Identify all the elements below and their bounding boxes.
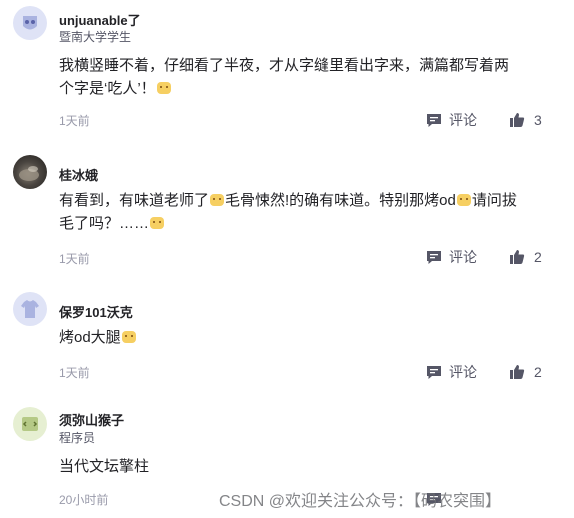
comment-text: 当代文坛擎柱 (59, 455, 547, 478)
smile-emoji-icon (121, 331, 136, 343)
thumbs-up-icon (510, 365, 525, 379)
smile-emoji-icon (150, 217, 165, 229)
reply-label: 评论 (449, 112, 477, 128)
comment-text-line: 个字是‘吃人’！ (59, 80, 156, 97)
comment-time: 1天前 (59, 114, 90, 128)
csdn-watermark: CSDN @欢迎关注公众号：【码农突围】 (219, 493, 502, 510)
username[interactable]: 须弥山猴子 (59, 410, 124, 429)
username[interactable]: 桂冰娥 (59, 165, 98, 184)
username[interactable]: 保罗101沃克 (59, 302, 133, 321)
comment-icon (427, 251, 441, 264)
comment-text: 烤od大腿 (59, 326, 547, 349)
comment-text-line: 我横竖睡不着，仔细看了半夜，才从字缝里看出字来，满篇都写着两 (59, 57, 510, 74)
reply-button[interactable]: 评论 (426, 111, 477, 129)
smile-emoji-icon (210, 194, 225, 206)
comment-text-line: 当代文坛擎柱 (59, 458, 150, 475)
like-button[interactable]: 3 (509, 111, 542, 129)
comment-text-line: 烤od大腿 (59, 329, 121, 346)
username[interactable]: unjuanable了 (59, 10, 141, 29)
comment-time: 1天前 (59, 366, 90, 380)
comment-icon (427, 114, 441, 127)
thumbs-up-icon (510, 250, 525, 264)
coder-avatar-icon (22, 417, 38, 431)
comment-text: 我横竖睡不着，仔细看了半夜，才从字缝里看出字来，满篇都写着两 个字是‘吃人’！ (59, 54, 547, 100)
like-button[interactable]: 2 (509, 248, 542, 266)
comment-text-line: 请问拔 (471, 192, 517, 209)
comment-text-line: 毛了吗？…… (59, 215, 150, 232)
comment-time: 1天前 (59, 252, 90, 266)
comment-text-line: 有看到，有味道老师了 (59, 192, 210, 209)
thumbs-up-icon (510, 113, 525, 127)
like-count: 2 (534, 249, 542, 265)
reply-button[interactable]: 评论 (426, 363, 477, 381)
reply-label: 评论 (449, 249, 477, 265)
avatar[interactable] (13, 155, 47, 189)
avatar[interactable] (13, 6, 47, 40)
photo-avatar-icon (19, 166, 39, 181)
student-avatar-icon (23, 16, 37, 30)
like-button[interactable]: 2 (509, 363, 542, 381)
avatar[interactable] (13, 407, 47, 441)
avatar[interactable] (13, 292, 47, 326)
like-count: 2 (534, 364, 542, 380)
comment-text-line: 毛骨悚然!的确有味道。特别那烤od (225, 192, 456, 209)
like-count: 3 (534, 112, 542, 128)
reply-label: 评论 (449, 364, 477, 380)
tshirt-avatar-icon (21, 300, 39, 318)
smile-emoji-icon (456, 194, 471, 206)
comment-text: 有看到，有味道老师了 毛骨悚然!的确有味道。特别那烤od 请问拔 毛了吗？…… (59, 189, 547, 235)
reply-button[interactable]: 评论 (426, 248, 477, 266)
smile-emoji-icon (156, 82, 171, 94)
user-title: 暨南大学学生 (59, 30, 132, 44)
user-title: 程序员 (59, 431, 96, 445)
comment-time: 20小时前 (59, 493, 109, 507)
comment-icon (427, 366, 441, 379)
